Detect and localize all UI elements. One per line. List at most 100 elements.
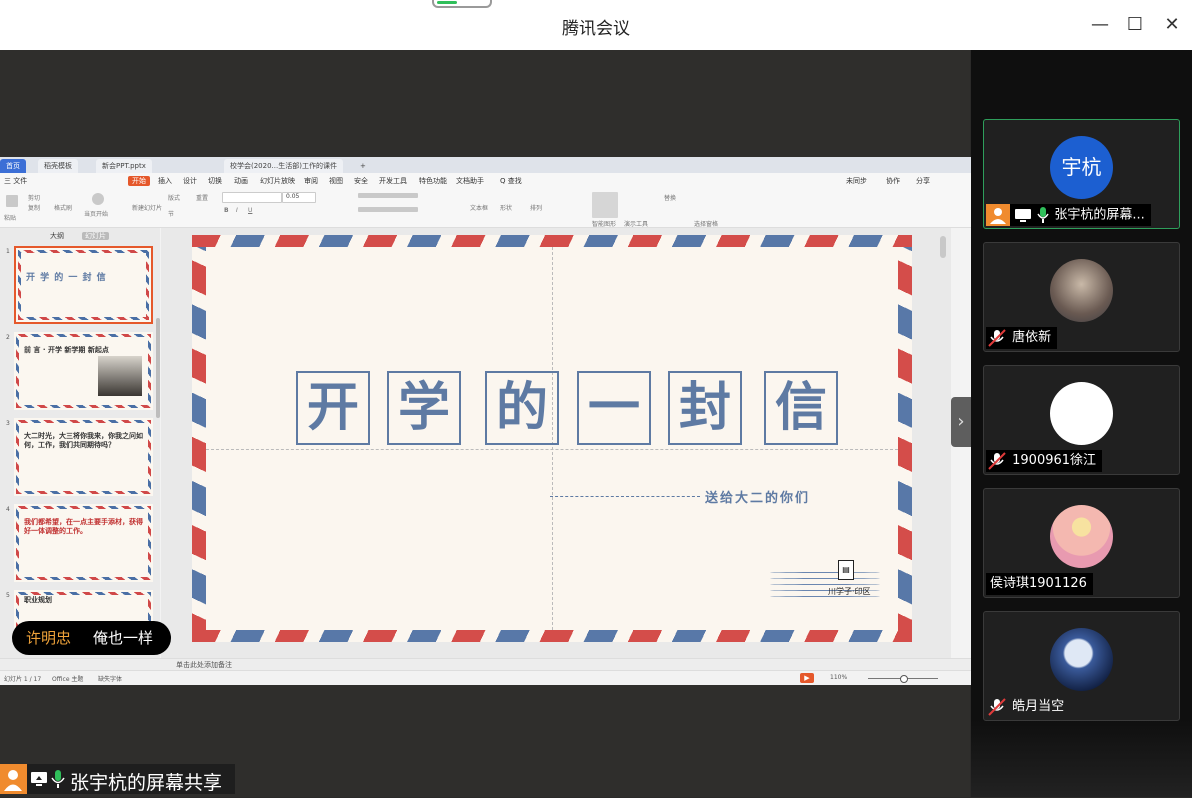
menu-features[interactable]: 特色功能: [419, 176, 447, 186]
ribbon-paste[interactable]: 粘贴: [4, 213, 16, 222]
title-char-box[interactable]: 开: [296, 371, 370, 445]
shared-screen[interactable]: 首页 稻壳模板 新会PPT.pptx 校学会(2020...生活部)工作的课件 …: [0, 157, 971, 685]
chevron-right-icon[interactable]: ›: [951, 397, 971, 447]
menu-transition[interactable]: 切换: [208, 176, 222, 186]
ribbon-presenter-tools[interactable]: 演示工具: [624, 219, 648, 228]
menu-devtools[interactable]: 开发工具: [379, 176, 407, 186]
menu-search[interactable]: Q 查找: [500, 176, 522, 186]
title-char-box[interactable]: 学: [387, 371, 461, 445]
title-char-box[interactable]: 一: [577, 371, 651, 445]
guide-line: [206, 449, 898, 450]
slide-thumbnail-3[interactable]: 大二时光，大三将你我来，你我之问如何，工作，我们共同期待吗？: [14, 418, 153, 496]
menu-review[interactable]: 审阅: [304, 176, 318, 186]
menu-share[interactable]: 分享: [916, 176, 930, 186]
participant-card[interactable]: 皓月当空: [983, 611, 1180, 721]
slide-thumbnail-pane: 大纲 幻灯片 1 开 学 的 一 封 信 2 前 言 · 开学 新学期 新起点 3…: [0, 228, 160, 658]
title-char-box[interactable]: 封: [668, 371, 742, 445]
bold-button[interactable]: B: [224, 207, 229, 214]
subtitle-dash-line: [550, 496, 700, 497]
slide-subtitle[interactable]: 送给大二的你们: [705, 487, 810, 506]
pane-tabs: 大纲 幻灯片: [50, 231, 127, 241]
wps-tab-courseware[interactable]: 校学会(2020...生活部)工作的课件: [224, 159, 343, 173]
network-signal-indicator[interactable]: [432, 0, 492, 8]
participant-card[interactable]: 宇杭 张宇杭的屏幕...: [983, 119, 1180, 229]
ribbon-selection-pane[interactable]: 选择窗格: [694, 219, 718, 228]
wps-tab-pptx[interactable]: 新会PPT.pptx: [96, 159, 152, 173]
theme-name: Office 主题: [52, 676, 84, 683]
menu-animation[interactable]: 动画: [234, 176, 248, 186]
menu-insert[interactable]: 插入: [158, 176, 172, 186]
ribbon-smart-graphic[interactable]: 智能图形: [592, 219, 616, 228]
microphone-icon: [51, 770, 65, 788]
menu-collaborate[interactable]: 协作: [886, 176, 900, 186]
menu-unsynced[interactable]: 未同步: [846, 176, 867, 186]
minimize-icon[interactable]: —: [1088, 13, 1112, 37]
menu-security[interactable]: 安全: [354, 176, 368, 186]
chat-message: 俺也一样: [93, 629, 154, 647]
menu-home[interactable]: 开始: [128, 176, 150, 186]
play-from-current-icon[interactable]: [92, 193, 104, 205]
notes-placeholder[interactable]: 单击此处添加备注: [176, 660, 232, 670]
ribbon-new-slide[interactable]: 新建幻灯片: [132, 203, 162, 212]
ribbon-reset[interactable]: 重置: [196, 193, 208, 202]
avatar: [1050, 628, 1113, 691]
maximize-icon[interactable]: ☐: [1123, 13, 1147, 37]
title-char-box[interactable]: 的: [485, 371, 559, 445]
stamp-text: 川学子·印区: [828, 587, 871, 596]
wps-tab-home[interactable]: 首页: [0, 159, 26, 173]
ribbon-layout[interactable]: 版式: [168, 193, 180, 202]
close-icon[interactable]: ✕: [1160, 13, 1184, 37]
tab-slides[interactable]: 幻灯片: [82, 232, 109, 240]
font-name-select[interactable]: [222, 192, 282, 203]
smart-graphic-button[interactable]: [592, 192, 618, 218]
ribbon-replace[interactable]: 替换: [664, 193, 676, 202]
italic-button[interactable]: I: [236, 207, 238, 214]
missing-font[interactable]: 缺失字体: [98, 674, 122, 683]
ribbon-textbox[interactable]: 文本框: [470, 203, 488, 212]
thumbnail-scrollbar[interactable]: [156, 318, 160, 418]
thumb-number: 5: [6, 592, 10, 599]
menu-view[interactable]: 视图: [329, 176, 343, 186]
underline-button[interactable]: U: [248, 207, 252, 214]
menu-file[interactable]: 三 文件: [4, 176, 27, 186]
wps-tab-docer[interactable]: 稻壳模板: [38, 159, 78, 173]
ribbon-cut[interactable]: 剪切: [28, 193, 40, 202]
title-char-box[interactable]: 信: [764, 371, 838, 445]
mic-muted-icon: [988, 451, 1006, 470]
user-avatar-icon: [0, 764, 27, 794]
ribbon-arrange[interactable]: 排列: [530, 203, 542, 212]
slide-thumbnail-2[interactable]: 前 言 · 开学 新学期 新起点: [14, 332, 153, 410]
participant-card[interactable]: 唐依新: [983, 242, 1180, 352]
participant-card[interactable]: 侯诗琪1901126: [983, 488, 1180, 598]
participant-name: 侯诗琪1901126: [990, 576, 1087, 591]
share-label: 张宇杭的屏幕共享: [70, 772, 223, 794]
ribbon-section[interactable]: 节: [168, 209, 174, 218]
new-tab-icon[interactable]: +: [354, 159, 372, 173]
ribbon-start-current[interactable]: 当页开始: [84, 209, 108, 218]
tab-outline[interactable]: 大纲: [50, 232, 64, 240]
paragraph-tools[interactable]: [358, 193, 418, 198]
thumb-text: 大二时光，大三将你我来，你我之问如何，工作，我们共同期待吗？: [24, 432, 143, 449]
wps-menu-bar: 三 文件 开始 插入 设计 切换 动画 幻灯片放映 审阅 视图 安全 开发工具 …: [0, 173, 971, 189]
alignment-tools[interactable]: [358, 207, 418, 212]
ribbon-shape[interactable]: 形状: [500, 203, 512, 212]
slide-thumbnail-4[interactable]: 我们都希望，在一点主要手添材，获得好一体调整的工作。: [14, 504, 153, 582]
ribbon-copy[interactable]: 复制: [28, 203, 40, 212]
zoom-slider-knob[interactable]: [900, 675, 908, 683]
zoom-level[interactable]: 110%: [830, 674, 847, 681]
play-slideshow-icon[interactable]: ▶: [800, 673, 814, 683]
thumb-number: 4: [6, 506, 10, 513]
menu-design[interactable]: 设计: [183, 176, 197, 186]
status-bar: 幻灯片 1 / 17 Office 主题 缺失字体 ▶ 110%: [0, 670, 971, 685]
postmark-stamp: ▤ 川学子·印区: [770, 560, 880, 608]
menu-slideshow[interactable]: 幻灯片放映: [260, 176, 295, 186]
paste-icon[interactable]: [6, 195, 18, 207]
slide-thumbnail-1[interactable]: 开 学 的 一 封 信: [14, 246, 153, 324]
share-status-bar: 张宇杭的屏幕共享: [0, 764, 235, 794]
menu-doc-assistant[interactable]: 文档助手: [456, 176, 484, 186]
slide-scrollbar[interactable]: [940, 236, 946, 258]
chat-sender: 许明忠: [26, 629, 72, 647]
ribbon-format-painter[interactable]: 格式刷: [54, 203, 72, 212]
participant-card[interactable]: 1900961徐江: [983, 365, 1180, 475]
current-slide[interactable]: 开 学 的 一 封 信 送给大二的你们 ▤ 川学子·印区: [192, 235, 912, 642]
